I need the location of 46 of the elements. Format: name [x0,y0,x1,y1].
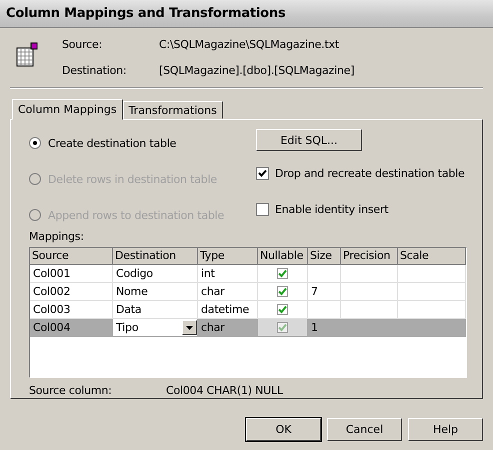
column-header[interactable]: Nullable [258,248,308,265]
nullable-checkbox[interactable] [277,268,288,279]
table-row[interactable]: Col004 Tipo char 1 [30,319,466,337]
table-cell: Col001 [30,265,113,283]
info-label: Destination: [62,64,128,79]
table-row[interactable]: Col001 Codigo int [30,265,466,283]
destination-dropdown[interactable]: Tipo [113,319,197,336]
table-cell-text: 7 [311,284,318,300]
column-header[interactable]: Type [198,248,258,265]
column-header[interactable]: Size [308,248,341,265]
source-column-label: Source column: [29,384,113,397]
table-cell: Nome [113,283,198,301]
column-header[interactable]: Source [30,248,113,265]
table-cell: Codigo [113,265,198,283]
radio-button[interactable] [29,137,41,149]
radio-option[interactable]: Create destination table [29,134,256,152]
table-cell: Col002 [30,283,113,301]
column-header[interactable]: Scale [398,248,466,265]
dialog-button[interactable]: Help [408,418,483,441]
table-row[interactable]: Col002 Nome char 7 [30,283,466,301]
checkbox[interactable] [256,166,269,180]
tab[interactable]: Column Mappings [12,99,123,120]
checkbox-option[interactable]: Enable identity insert [256,200,465,218]
table-cell: int [198,265,258,283]
dialog-button[interactable]: Cancel [327,418,402,441]
source-column-value: Col004 CHAR(1) NULL [166,384,283,397]
nullable-checkbox[interactable] [277,286,288,297]
mappings-label: Mappings: [29,230,85,245]
table-icon [16,42,38,68]
tab[interactable]: Transformations [122,101,223,119]
info-label: Source: [62,38,104,53]
info-value: [SQLMagazine].[dbo].[SQLMagazine] [159,64,354,79]
column-header[interactable]: Precision [341,248,398,265]
column-header[interactable]: Destination [113,248,198,265]
table-cell-text: 1 [311,320,318,336]
dialog-button[interactable]: OK [246,418,321,441]
dropdown-button[interactable] [182,320,197,335]
edit-sql-button[interactable]: Edit SQL... [256,129,362,151]
window-title: Column Mappings and Transformations [6,6,286,21]
table-cell: char [198,283,258,301]
checkbox[interactable] [256,202,269,216]
checkbox-option[interactable]: Drop and recreate destination table [256,164,465,182]
caret-icon [186,326,193,330]
nullable-checkbox[interactable] [277,322,288,333]
nullable-checkbox[interactable] [277,304,288,315]
info-value: C:\SQLMagazine\SQLMagazine.txt [159,38,340,53]
